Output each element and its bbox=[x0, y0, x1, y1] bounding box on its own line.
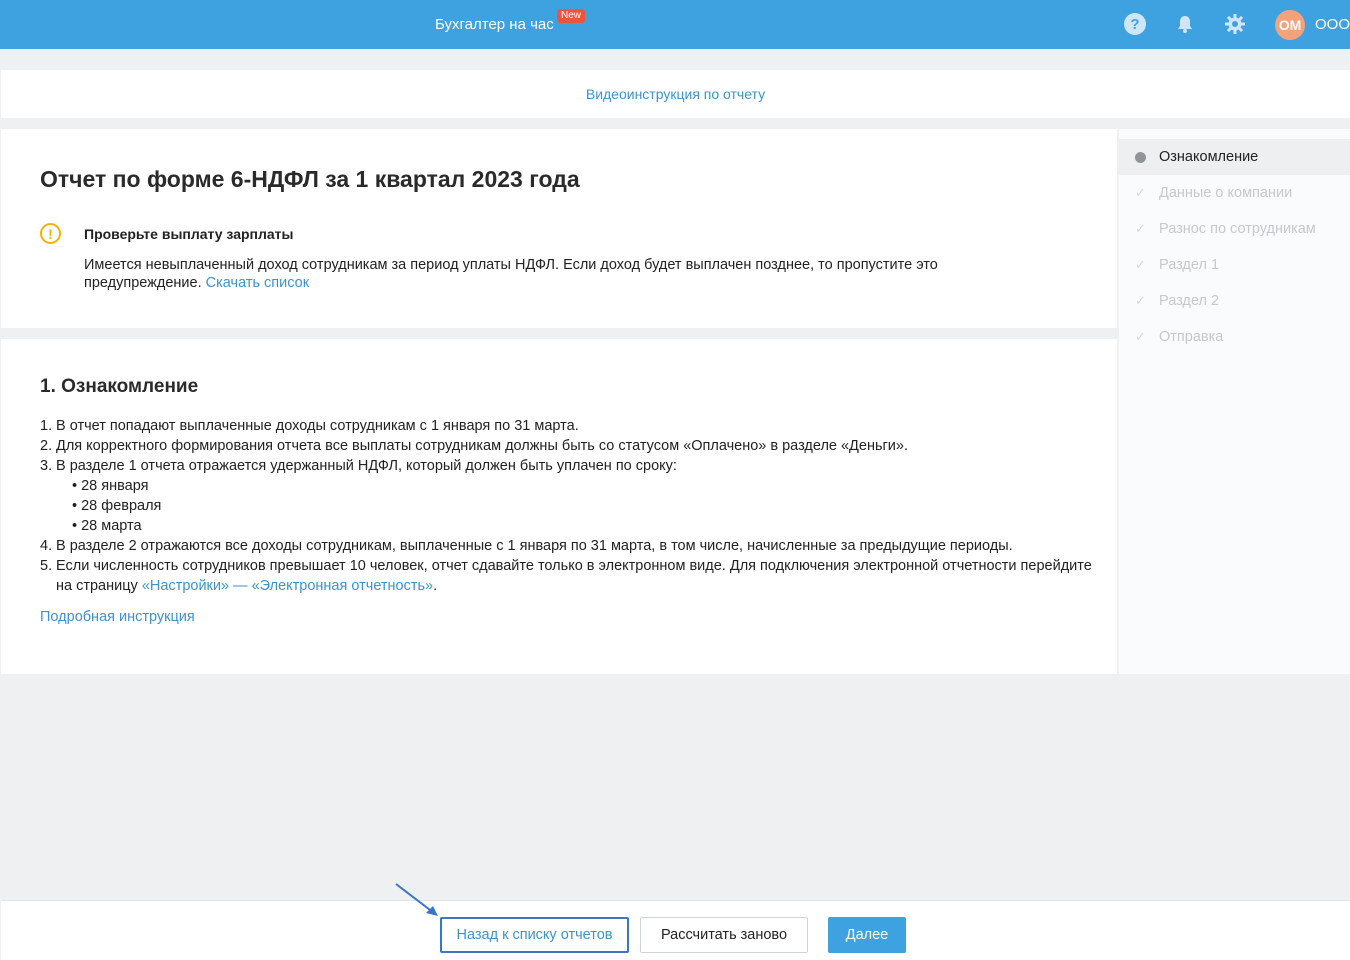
step-item-section-1[interactable]: ✓ Раздел 1 bbox=[1119, 247, 1350, 283]
detailed-instruction-link[interactable]: Подробная инструкция bbox=[40, 609, 195, 625]
pointer-arrow-icon bbox=[395, 883, 438, 916]
new-badge: New bbox=[557, 9, 586, 23]
step-item-employee-allocation[interactable]: ✓ Разнос по сотрудникам bbox=[1119, 211, 1350, 247]
top-bar: Бухгалтер на час New ? ОМ ООО bbox=[0, 0, 1350, 49]
step-label: Раздел 1 bbox=[1159, 257, 1220, 273]
intro-list: 1. В отчет попадают выплаченные доходы с… bbox=[40, 416, 1100, 596]
deadline-item: • 28 января bbox=[72, 478, 149, 494]
list-item-number: 2. bbox=[40, 438, 53, 454]
warning-text: Имеется невыплаченный доход сотрудникам … bbox=[84, 256, 1024, 292]
help-icon[interactable]: ? bbox=[1124, 13, 1146, 35]
list-item: 2. Для корректного формирования отчета в… bbox=[40, 436, 1100, 456]
list-item: 4. В разделе 2 отражаются все доходы сот… bbox=[40, 536, 1100, 556]
step-item-section-2[interactable]: ✓ Раздел 2 bbox=[1119, 283, 1350, 319]
step-label: Отправка bbox=[1159, 329, 1224, 345]
check-icon: ✓ bbox=[1135, 329, 1146, 344]
list-item-number: 1. bbox=[40, 418, 53, 434]
list-item-text: Для корректного формирования отчета все … bbox=[56, 438, 908, 454]
step-item-intro[interactable]: Ознакомление bbox=[1119, 139, 1350, 175]
step-label: Раздел 2 bbox=[1159, 293, 1220, 309]
current-step-dot-icon bbox=[1135, 151, 1146, 163]
check-icon: ✓ bbox=[1135, 185, 1146, 200]
list-item-text: В разделе 1 отчета отражается удержанный… bbox=[56, 458, 677, 474]
steps-sidebar: Ознакомление ✓ Данные о компании ✓ Разно… bbox=[1119, 129, 1350, 674]
list-item: 5. Если численность сотрудников превышае… bbox=[40, 556, 1100, 596]
recalculate-button[interactable]: Рассчитать заново bbox=[640, 917, 808, 953]
video-instruction-bar: Видеоинструкция по отчету bbox=[1, 70, 1350, 118]
check-icon: ✓ bbox=[1135, 257, 1146, 272]
list-item-content: Если численность сотрудников превышает 1… bbox=[56, 556, 1100, 596]
list-item-number: 4. bbox=[40, 538, 53, 554]
deadline-item: • 28 февраля bbox=[72, 498, 162, 514]
step-label: Данные о компании bbox=[1159, 185, 1293, 201]
warning-icon: ! bbox=[40, 223, 61, 244]
next-button[interactable]: Далее bbox=[828, 917, 906, 953]
back-to-reports-button[interactable]: Назад к списку отчетов bbox=[440, 917, 629, 953]
list-item-number: 3. bbox=[40, 458, 53, 474]
video-instruction-link[interactable]: Видеоинструкция по отчету bbox=[586, 86, 765, 102]
step-label: Ознакомление bbox=[1159, 149, 1259, 165]
step-item-send[interactable]: ✓ Отправка bbox=[1119, 319, 1350, 355]
page-title: Отчет по форме 6-НДФЛ за 1 квартал 2023 … bbox=[40, 166, 580, 192]
list-item-number: 5. bbox=[40, 558, 53, 574]
check-icon: ✓ bbox=[1135, 293, 1146, 308]
download-list-link[interactable]: Скачать список bbox=[206, 275, 309, 291]
list-item-tail: . bbox=[433, 578, 438, 594]
list-item-text: В отчет попадают выплаченные доходы сотр… bbox=[56, 418, 579, 434]
warning-title: Проверьте выплату зарплаты bbox=[84, 226, 294, 242]
section-title: 1. Ознакомление bbox=[40, 376, 199, 397]
list-item: 3. В разделе 1 отчета отражается удержан… bbox=[40, 456, 1100, 476]
bell-icon[interactable] bbox=[1174, 13, 1196, 35]
org-name[interactable]: ООО bbox=[1315, 16, 1350, 33]
step-label: Разнос по сотрудникам bbox=[1159, 221, 1316, 237]
list-item: 1. В отчет попадают выплаченные доходы с… bbox=[40, 416, 1100, 436]
service-title[interactable]: Бухгалтер на час bbox=[435, 16, 554, 33]
check-icon: ✓ bbox=[1135, 221, 1146, 236]
step-item-company-data[interactable]: ✓ Данные о компании bbox=[1119, 175, 1350, 211]
gear-icon[interactable] bbox=[1224, 13, 1246, 35]
deadline-item: • 28 марта bbox=[72, 518, 142, 534]
list-item-text: В разделе 2 отражаются все доходы сотруд… bbox=[56, 538, 1013, 554]
avatar[interactable]: ОМ bbox=[1275, 10, 1305, 40]
settings-reporting-link[interactable]: «Настройки» — «Электронная отчетность» bbox=[142, 578, 433, 594]
